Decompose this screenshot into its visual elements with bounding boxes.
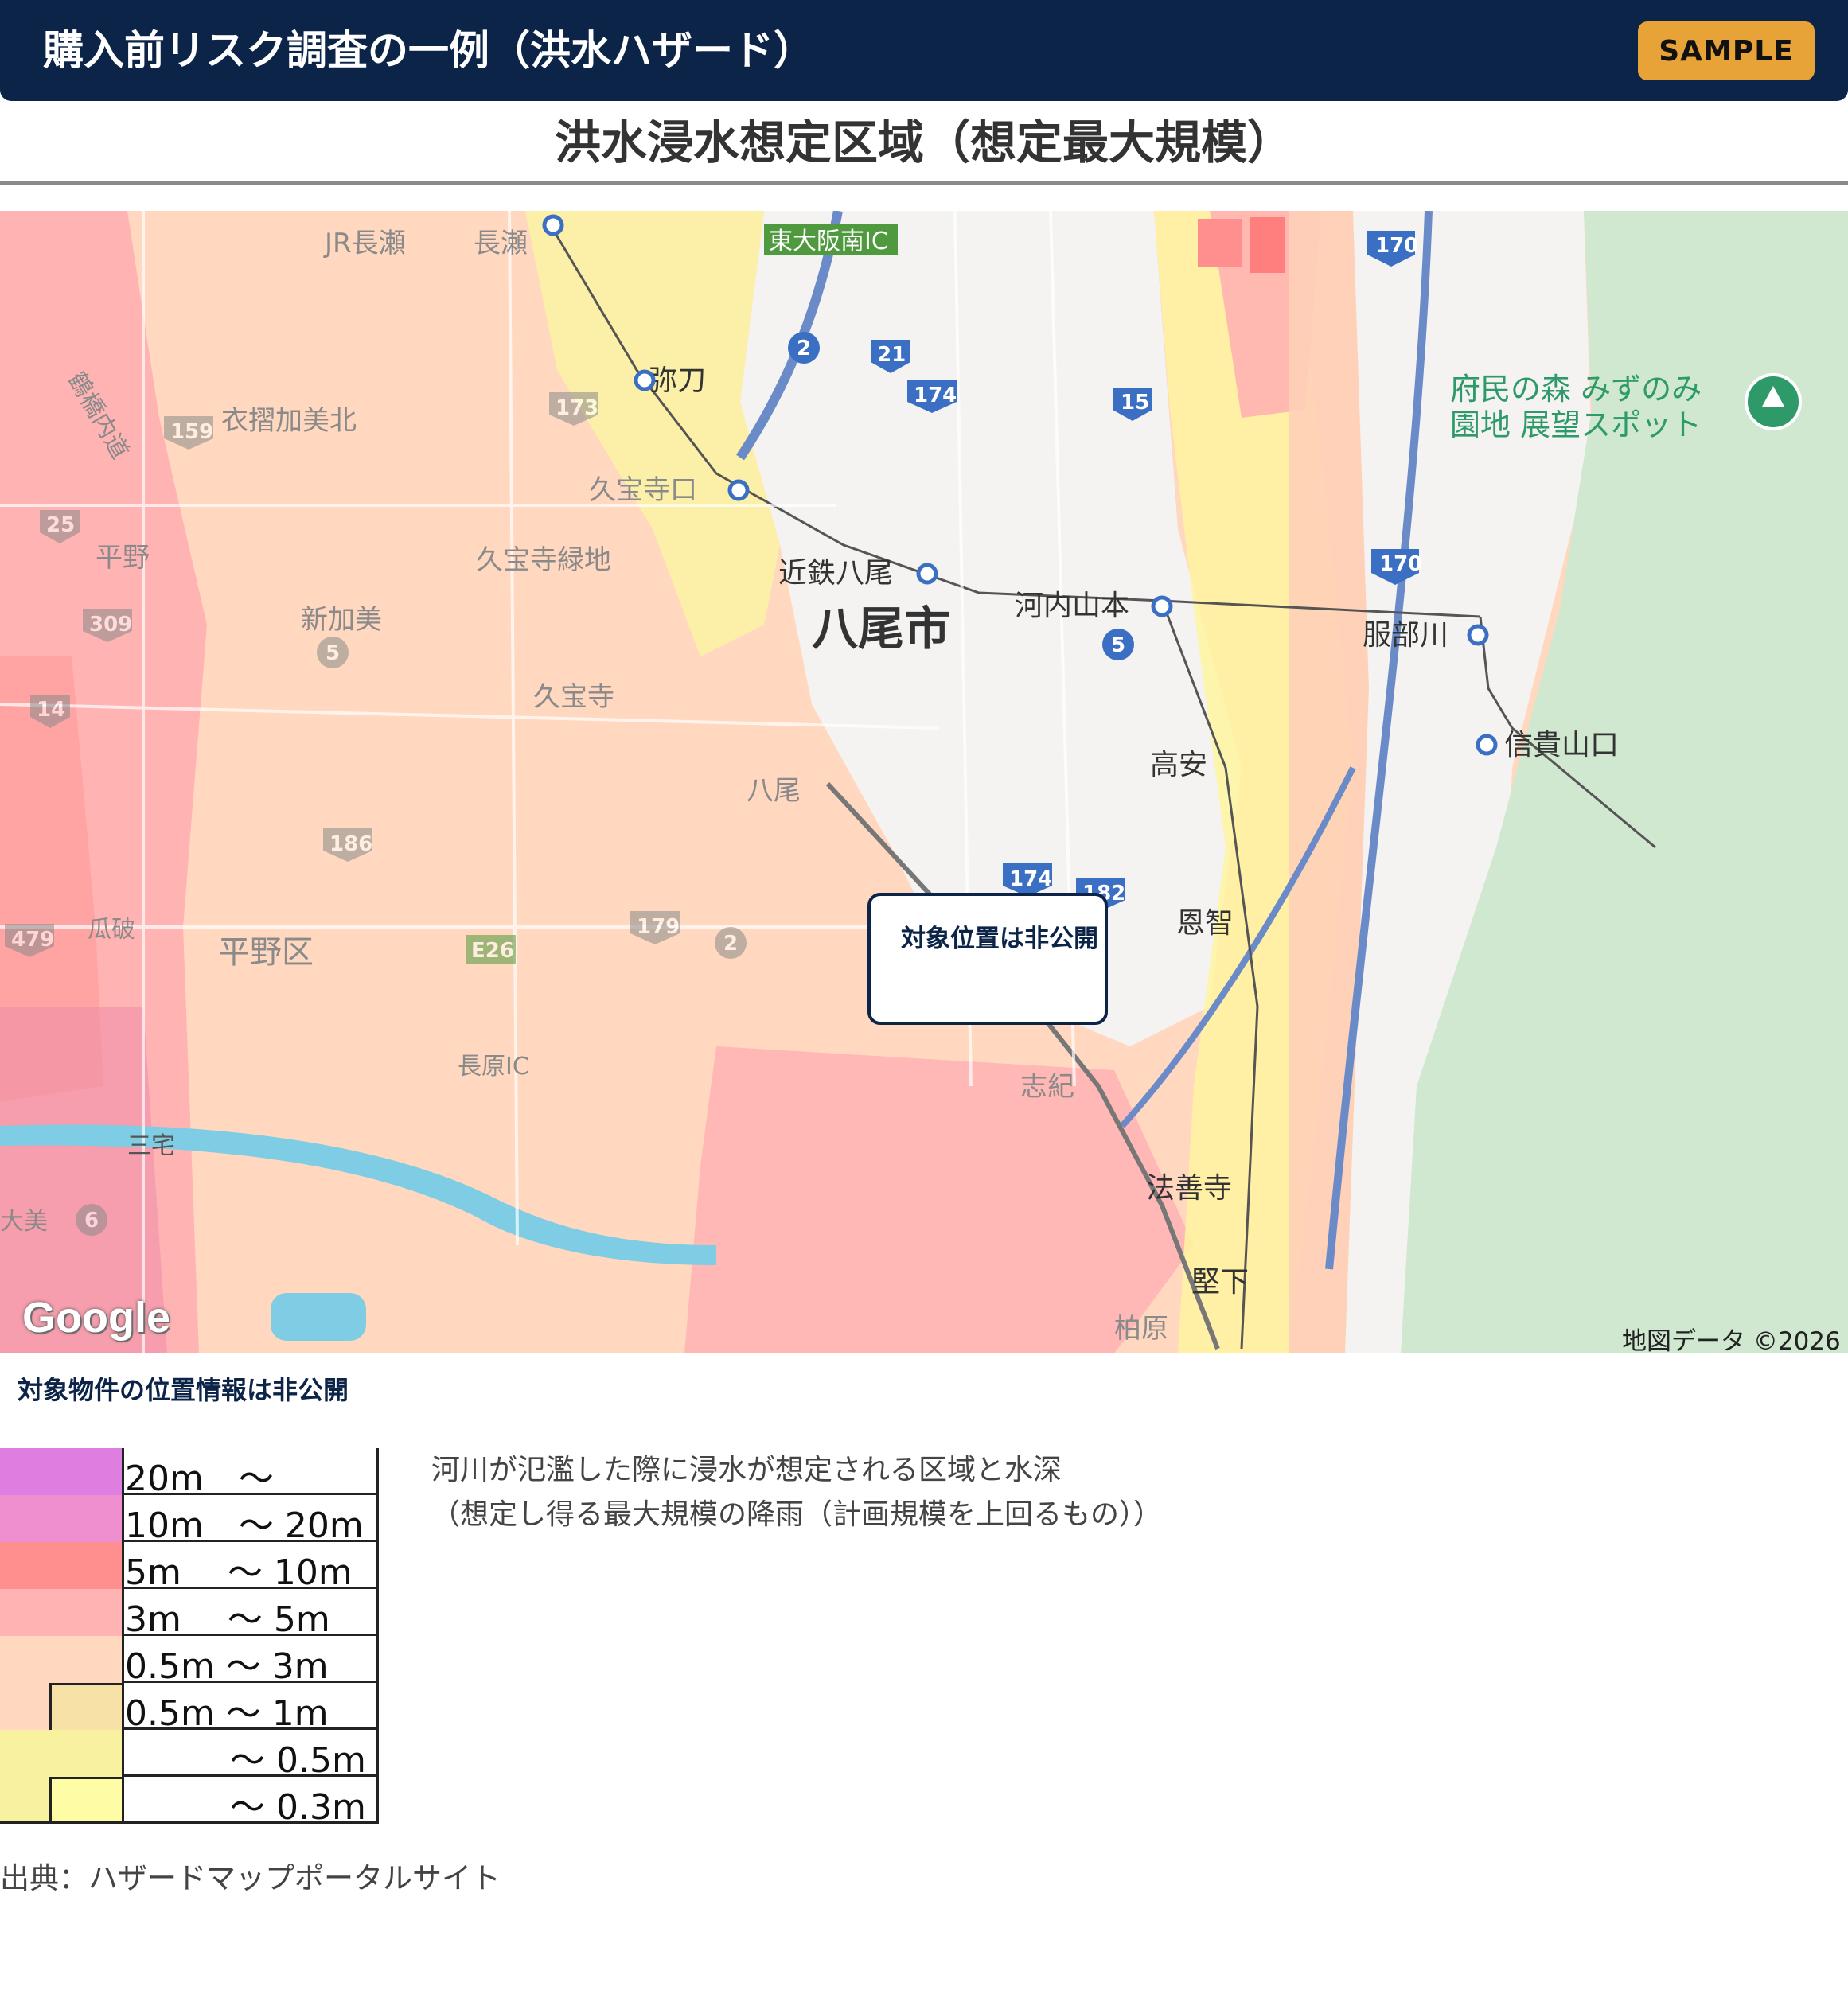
legend-frame [0, 1448, 379, 1824]
title-divider [0, 181, 1848, 185]
legend-rule [122, 1634, 379, 1636]
svg-text:14: 14 [37, 698, 65, 722]
map-label-uriwari: 瓜破 [88, 916, 135, 944]
position-note: 対象物件の位置情報は非公開 [18, 1375, 349, 1405]
map-label-mito: 弥刀 [649, 364, 706, 397]
map-label-kyuhoji-ryokuchi: 久宝寺緑地 [476, 544, 611, 576]
map-label-hozenji: 法善寺 [1146, 1172, 1232, 1205]
station-icon-nagase [542, 214, 564, 236]
map-label-jr-nagase: JR長瀬 [323, 228, 406, 259]
map-label-nagahara-ic: 長原IC [458, 1053, 529, 1081]
map-label-tenbou-spot: 園地 展望スポット [1450, 407, 1702, 442]
map-label-higashiosaka-minami-ic: 東大阪南IC [769, 228, 888, 255]
map-label-omi: 大美 [0, 1208, 48, 1236]
map-label-kintetsu-yao: 近鉄八尾 [778, 557, 893, 590]
route-5-west: 5 [317, 637, 349, 668]
svg-text:5: 5 [326, 641, 340, 665]
legend-description: 河川が氾濫した際に浸水が想定される区域と水深 （想定し得る最大規模の降雨（計画規… [431, 1448, 1162, 1537]
svg-text:159: 159 [170, 420, 213, 444]
header-title: 購入前リスク調査の一例（洪水ハザード） [43, 28, 815, 75]
svg-text:15: 15 [1121, 391, 1149, 415]
svg-text:2: 2 [723, 932, 738, 956]
map-label-fumin-no-mori: 府民の森 みずのみ [1450, 372, 1702, 407]
sample-badge: SAMPLE [1638, 21, 1815, 80]
private-location-box: 対象位置は非公開 [867, 893, 1108, 1025]
map-label-katashimo: 堅下 [1191, 1266, 1249, 1299]
station-icon-shigisanguchi [1476, 734, 1498, 756]
legend-rule [122, 1727, 379, 1730]
svg-text:179: 179 [637, 915, 680, 939]
station-icon-kawachiyamamoto [1151, 595, 1173, 617]
page-title: 洪水浸水想定区域（想定最大規模） [554, 115, 1293, 169]
route-2: 2 [788, 332, 820, 364]
svg-text:6: 6 [84, 1209, 99, 1233]
svg-text:174: 174 [1009, 867, 1052, 891]
google-logo: Google [22, 1294, 170, 1342]
station-icon-hattorigawa [1467, 624, 1489, 646]
legend-rule [122, 1493, 379, 1495]
svg-text:5: 5 [1111, 633, 1125, 657]
legend-divider [122, 1448, 124, 1824]
svg-text:479: 479 [11, 928, 54, 952]
svg-text:309: 309 [89, 613, 132, 637]
legend-rule [122, 1681, 379, 1683]
legend-rule [122, 1587, 379, 1589]
map-label-kawachiyamamoto: 河内山本 [1015, 590, 1129, 622]
map-label-shinkami: 新加美 [301, 604, 382, 636]
legend-rule [0, 1821, 379, 1824]
map-canvas: JR長瀬 長瀬 衣摺加美北 久宝寺口 平野 久宝寺緑地 新加美 久宝寺 八尾 平… [0, 211, 1848, 1353]
svg-text:25: 25 [46, 513, 75, 537]
description-line-1: 河川が氾濫した際に浸水が想定される区域と水深 [431, 1454, 1062, 1486]
map-label-kizuri: 衣摺加美北 [221, 405, 357, 437]
map-label-shigisanguchi: 信貴山口 [1504, 729, 1619, 761]
svg-text:21: 21 [877, 343, 906, 367]
map-label-hirano: 平野 [96, 542, 150, 574]
map-attribution[interactable]: 地図データ ©2026 [1622, 1321, 1841, 1353]
svg-text:170: 170 [1379, 552, 1422, 576]
map-label-kashiwara: 柏原 [1114, 1313, 1168, 1345]
map-label-onji: 恩智 [1176, 907, 1234, 940]
station-icon-kintetsu-yao [916, 563, 938, 585]
map-label-nagase: 長瀬 [474, 228, 528, 259]
source-credit: 出典：ハザードマップポータルサイト [0, 1861, 501, 1895]
legend-rule [122, 1540, 379, 1542]
map-label-miyake: 三宅 [127, 1132, 175, 1160]
svg-text:2: 2 [797, 337, 811, 360]
station-icon-mito [634, 369, 656, 391]
description-line-2: （想定し得る最大規模の降雨（計画規模を上回るもの）） [431, 1498, 1163, 1531]
map-label-kyuhoji: 久宝寺 [533, 681, 614, 713]
route-2-south: 2 [715, 927, 747, 959]
svg-text:170: 170 [1375, 234, 1418, 258]
route-6: 6 [76, 1204, 107, 1236]
map-label-hirano-ku: 平野区 [218, 934, 314, 971]
map-label-shiki: 志紀 [1020, 1071, 1074, 1103]
svg-text:174: 174 [914, 384, 957, 407]
station-icon-kyuhojiguchi [727, 479, 750, 501]
svg-text:E26: E26 [471, 939, 514, 963]
hazard-map[interactable]: JR長瀬 長瀬 衣摺加美北 久宝寺口 平野 久宝寺緑地 新加美 久宝寺 八尾 平… [0, 211, 1848, 1353]
private-location-label: 対象位置は非公開 [901, 925, 1098, 953]
legend-rule [122, 1774, 379, 1777]
map-label-hattorigawa: 服部川 [1363, 619, 1448, 652]
svg-text:186: 186 [329, 832, 372, 856]
header-bar: 購入前リスク調査の一例（洪水ハザード） SAMPLE [0, 0, 1848, 101]
route-e26: E26 [466, 935, 516, 964]
route-5: 5 [1102, 629, 1134, 660]
map-label-kyuhojiguchi: 久宝寺口 [589, 474, 697, 506]
map-label-yao-city: 八尾市 [812, 602, 950, 656]
flood-zone-south [684, 1046, 1194, 1353]
map-label-takayasu: 高安 [1150, 749, 1207, 781]
svg-text:173: 173 [556, 396, 598, 420]
map-label-yao: 八尾 [747, 775, 801, 807]
